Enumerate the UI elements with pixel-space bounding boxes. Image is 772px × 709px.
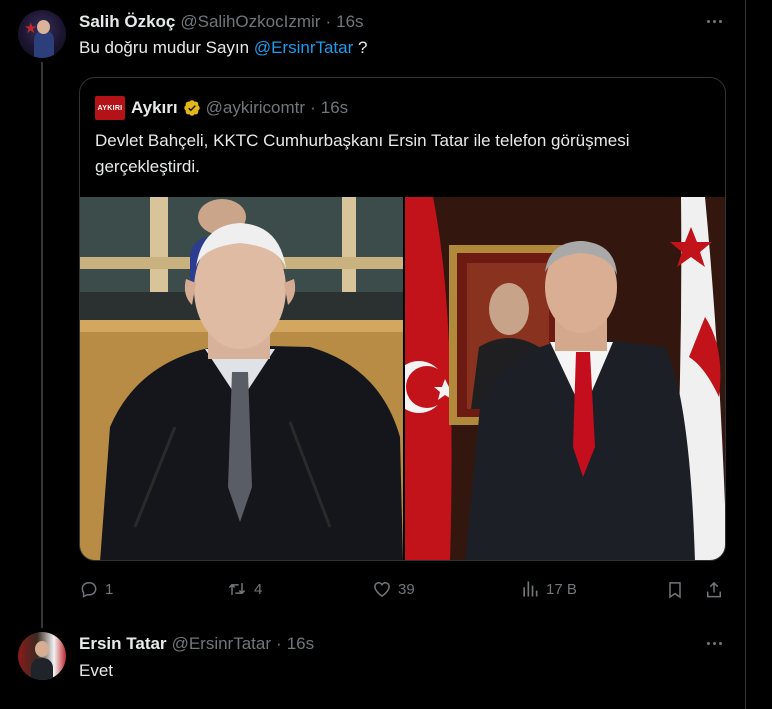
verified-gold-icon xyxy=(183,100,200,116)
tweet-text-body: Bu doğru mudur Sayın xyxy=(79,38,254,57)
tweet-header: Ersin Tatar @ErsinrTatar · 16s xyxy=(79,633,314,655)
quoted-media[interactable] xyxy=(80,197,725,560)
avatar-figure-head xyxy=(35,641,49,657)
like-icon xyxy=(374,581,390,597)
repost-button[interactable]: 4 xyxy=(226,579,262,599)
separator-dot: · xyxy=(325,12,332,31)
bookmark-icon[interactable] xyxy=(665,580,685,600)
quoted-tweet[interactable]: AYKIRI Aykırı @aykiricomtr · 16s Devlet … xyxy=(79,77,726,561)
avatar-figure-body xyxy=(31,658,53,680)
avatar-figure-head xyxy=(37,20,50,34)
views-button[interactable]: 17 B xyxy=(520,579,577,599)
author-name[interactable]: Ersin Tatar xyxy=(79,634,167,654)
views-icon xyxy=(523,581,538,597)
more-icon[interactable] xyxy=(704,633,724,653)
aykiri-logo[interactable]: AYKIRI xyxy=(95,96,125,120)
avatar-salih[interactable]: ★ xyxy=(18,10,66,58)
photo-bahceli[interactable] xyxy=(80,197,403,560)
quoted-author-name[interactable]: Aykırı xyxy=(131,98,178,118)
separator-dot: · xyxy=(310,98,316,117)
repost-icon xyxy=(228,583,246,595)
views-count: 17 B xyxy=(546,580,577,598)
reply-icon xyxy=(81,582,97,598)
quoted-tweet-text: Devlet Bahçeli, KKTC Cumhurbaşkanı Ersin… xyxy=(95,131,630,176)
tweet-text-suffix: ? xyxy=(353,38,368,57)
quoted-tweet-header: AYKIRI Aykırı @aykiricomtr · 16s xyxy=(95,96,348,120)
thread-connector-line xyxy=(41,62,43,628)
author-name[interactable]: Salih Özkoç xyxy=(79,12,175,32)
tweet-timestamp[interactable]: 16s xyxy=(336,12,363,32)
tweet-timestamp[interactable]: 16s xyxy=(287,634,314,654)
reply-count: 1 xyxy=(105,580,114,598)
tweet-text: Bu doğru mudur Sayın @ErsinrTatar ? xyxy=(79,37,367,59)
tweet-header: Salih Özkoç @SalihOzkocIzmir · 16s xyxy=(79,11,364,33)
more-icon[interactable] xyxy=(704,11,724,31)
author-handle[interactable]: @ErsinrTatar xyxy=(172,634,271,654)
mention-link[interactable]: @ErsinrTatar xyxy=(254,38,353,57)
reply-button[interactable]: 1 xyxy=(79,579,113,599)
photo-tatar[interactable] xyxy=(405,197,725,560)
timeline-right-border xyxy=(745,0,746,709)
quoted-author-handle[interactable]: @aykiricomtr xyxy=(206,98,305,118)
avatar-figure-body xyxy=(34,30,54,58)
like-count: 39 xyxy=(398,580,415,598)
separator-dot: · xyxy=(276,634,282,653)
avatar-ersin[interactable] xyxy=(18,632,66,680)
tweet-text: Evet xyxy=(79,661,114,680)
author-handle[interactable]: @SalihOzkocIzmir xyxy=(180,12,320,32)
photo-bahceli-illustration xyxy=(80,197,403,560)
photo-tatar-illustration xyxy=(405,197,725,560)
share-icon[interactable] xyxy=(704,580,724,600)
quoted-timestamp[interactable]: 16s xyxy=(321,98,348,118)
like-button[interactable]: 39 xyxy=(372,579,415,599)
repost-count: 4 xyxy=(254,580,263,598)
